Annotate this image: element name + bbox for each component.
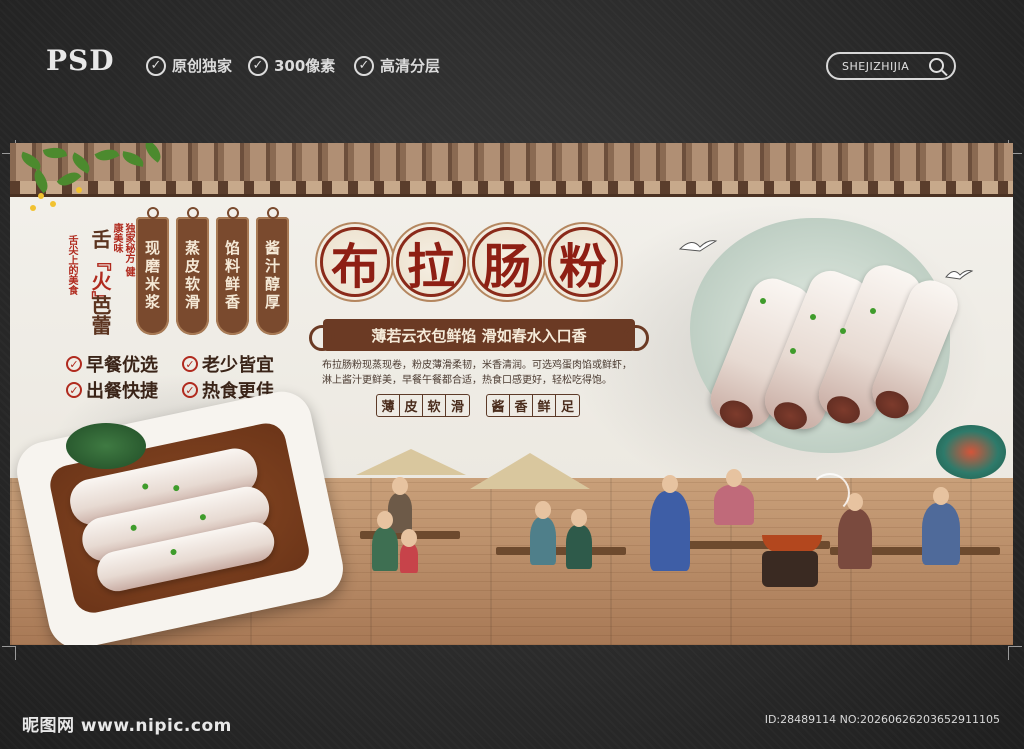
title-char: 肠 [472, 227, 542, 297]
side-text-small-right: 独家秘方 健康美味 [111, 223, 134, 277]
pot [762, 551, 818, 587]
feature-label: 300像素 [274, 57, 336, 75]
bullet-label: 出餐快捷 [86, 381, 158, 402]
feature-label: 原创独家 [172, 57, 233, 75]
crop-mark-bl [2, 646, 16, 660]
chip-char: 酱 [487, 395, 510, 416]
check-circle-icon: ✓ [182, 382, 198, 398]
bullet-label: 老少皆宜 [202, 355, 274, 376]
chip-char: 滑 [450, 400, 464, 415]
chip-char: 薄 [377, 395, 400, 416]
side-text-small-left: 舌尖上的美食 [66, 235, 77, 295]
title-char: 布 [320, 227, 390, 297]
search-label: SHEJIZHIJIA [842, 59, 910, 73]
chip-row-thin-skin: 薄 皮 软 滑 [376, 394, 470, 417]
check-circle-icon: ✓ [66, 382, 82, 398]
crane-bird-icon [678, 240, 718, 252]
top-bar: PSD ✓ 原创独家 ✓ 300像素 ✓ 高清分层 SHEJIZHIJIA [0, 0, 1024, 110]
slogan-text: 薄若云衣包鲜馅 滑如春水入口香 [371, 326, 587, 345]
bullet-label: 早餐优选 [86, 355, 158, 376]
search-box[interactable]: SHEJIZHIJIA [826, 52, 956, 80]
side-text-bottom: 芭蕾 [88, 295, 112, 335]
tag-rice-milk: 现磨米浆 [136, 207, 169, 335]
pine-tree-decoration [66, 423, 146, 469]
psd-logo: PSD [46, 44, 115, 77]
check-circle-icon: ✓ [354, 55, 374, 76]
cheung-fun-plate-right [690, 218, 965, 453]
chip-char: 皮 [400, 395, 423, 416]
steam-decoration [810, 473, 850, 513]
feature-original: ✓ 原创独家 [146, 55, 232, 76]
crop-mark-br [1008, 646, 1022, 660]
tag-filling: 馅料鲜香 [216, 207, 249, 335]
main-title: 布 拉 肠 粉 [320, 227, 618, 297]
title-char: 拉 [396, 227, 466, 297]
tag-sauce: 酱汁醇厚 [256, 207, 289, 335]
bullet-item: ✓ 早餐优选 [66, 351, 158, 377]
site-watermark: 昵图网 www.nipic.com [22, 716, 232, 736]
bullet-item: ✓ 老少皆宜 [182, 351, 274, 377]
chip-row-sauce: 酱 香 鲜 足 [486, 394, 580, 417]
feature-resolution: ✓ 300像素 [248, 55, 335, 76]
check-circle-icon: ✓ [248, 55, 268, 76]
leaves-decoration [10, 143, 180, 213]
check-circle-icon: ✓ [66, 356, 82, 372]
table [496, 547, 626, 555]
figure-cook [388, 477, 412, 533]
figure-customer [372, 511, 398, 571]
feature-label: 高清分层 [380, 57, 441, 75]
bullet-item: ✓ 出餐快捷 [66, 377, 158, 403]
image-id: ID:28489114 NO:20260626203652911105 [764, 713, 1000, 726]
figure-child [400, 529, 418, 573]
food-banner: 舌尖上的美食 舌 『火』 芭蕾 独家秘方 健康美味 现磨米浆 蒸皮软滑 馅料鲜香… [10, 143, 1013, 645]
chip-char: 鲜 [533, 395, 556, 416]
umbrella-center [470, 453, 590, 489]
title-char: 粉 [548, 227, 618, 297]
slogan-ribbon: 薄若云衣包鲜馅 滑如春水入口香 [309, 319, 649, 351]
search-icon[interactable] [929, 58, 944, 73]
figure-customer [530, 501, 556, 565]
figure-diner [838, 493, 872, 569]
figure-scholar [650, 475, 690, 571]
feature-layered: ✓ 高清分层 [354, 55, 440, 76]
figure-diner [922, 487, 960, 565]
description-text: 布拉肠粉现蒸现卷，粉皮薄滑柔韧，米香清润。可选鸡蛋肉馅或鲜虾，淋上酱汁更鲜美，早… [322, 360, 632, 386]
figure-customer [566, 509, 592, 569]
check-circle-icon: ✓ [182, 356, 198, 372]
crane-bird-icon [945, 270, 974, 280]
tag-steamed-skin: 蒸皮软滑 [176, 207, 209, 335]
figure-scholar [714, 469, 754, 525]
chip-char: 足 [560, 400, 574, 415]
chip-char: 香 [510, 395, 533, 416]
flower-bush-decoration [936, 425, 1006, 479]
umbrella-left [356, 449, 466, 475]
check-circle-icon: ✓ [146, 55, 166, 76]
chip-char: 软 [423, 395, 446, 416]
